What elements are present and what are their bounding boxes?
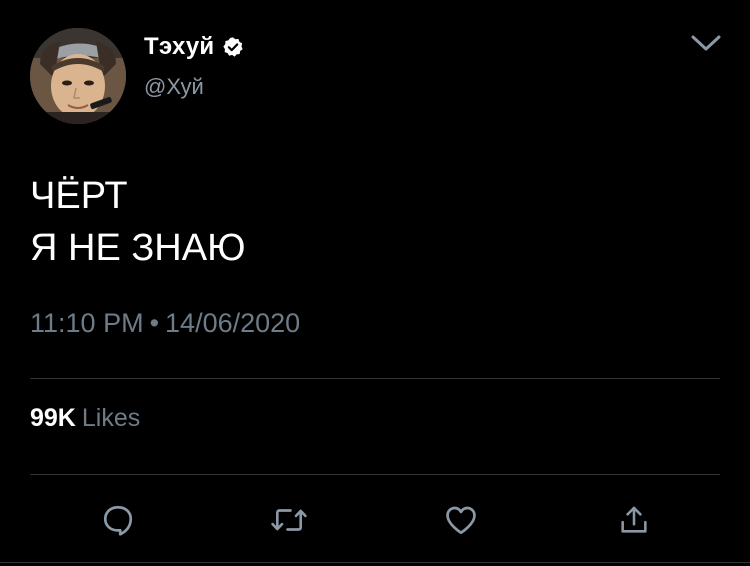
tweet-card: Тэхуй @Хуй ЧЁРТ Я НЕ ЗНАЮ 11:10 PM • 14/06… bbox=[0, 0, 750, 566]
share-icon bbox=[621, 506, 647, 533]
retweet-button[interactable] bbox=[265, 498, 313, 542]
likes-stat[interactable]: 99K Likes bbox=[30, 404, 140, 433]
divider bbox=[30, 378, 720, 379]
display-name[interactable]: Тэхуй bbox=[144, 33, 214, 61]
reply-button[interactable] bbox=[94, 498, 142, 542]
meta-separator: • bbox=[149, 308, 160, 338]
tweet-text-line: Я НЕ ЗНАЮ bbox=[30, 227, 246, 269]
divider bbox=[30, 474, 720, 475]
tweet-menu-button[interactable] bbox=[686, 26, 726, 60]
likes-label: Likes bbox=[81, 404, 141, 432]
tweet-action-bar bbox=[0, 490, 750, 550]
bottom-divider bbox=[0, 562, 750, 563]
chevron-down-icon bbox=[691, 35, 721, 51]
retweet-icon bbox=[271, 509, 307, 531]
tweet-timestamp[interactable]: 11:10 PM • 14/06/2020 bbox=[30, 308, 300, 339]
verified-badge-icon bbox=[222, 36, 244, 58]
author-handle[interactable]: @Хуй bbox=[144, 74, 204, 100]
heart-icon bbox=[446, 506, 476, 535]
likes-count: 99K bbox=[30, 404, 76, 432]
tweet-text-line: ЧЁРТ bbox=[30, 175, 128, 217]
tweet-date: 14/06/2020 bbox=[165, 308, 301, 338]
like-button[interactable] bbox=[437, 498, 485, 542]
tweet-text: ЧЁРТ Я НЕ ЗНАЮ bbox=[30, 170, 245, 274]
avatar-photo-icon bbox=[30, 28, 126, 124]
author-name-row[interactable]: Тэхуй bbox=[144, 32, 244, 62]
share-button[interactable] bbox=[610, 498, 658, 542]
reply-icon bbox=[103, 505, 133, 536]
tweet-time: 11:10 PM bbox=[30, 308, 144, 338]
avatar[interactable] bbox=[30, 28, 126, 124]
